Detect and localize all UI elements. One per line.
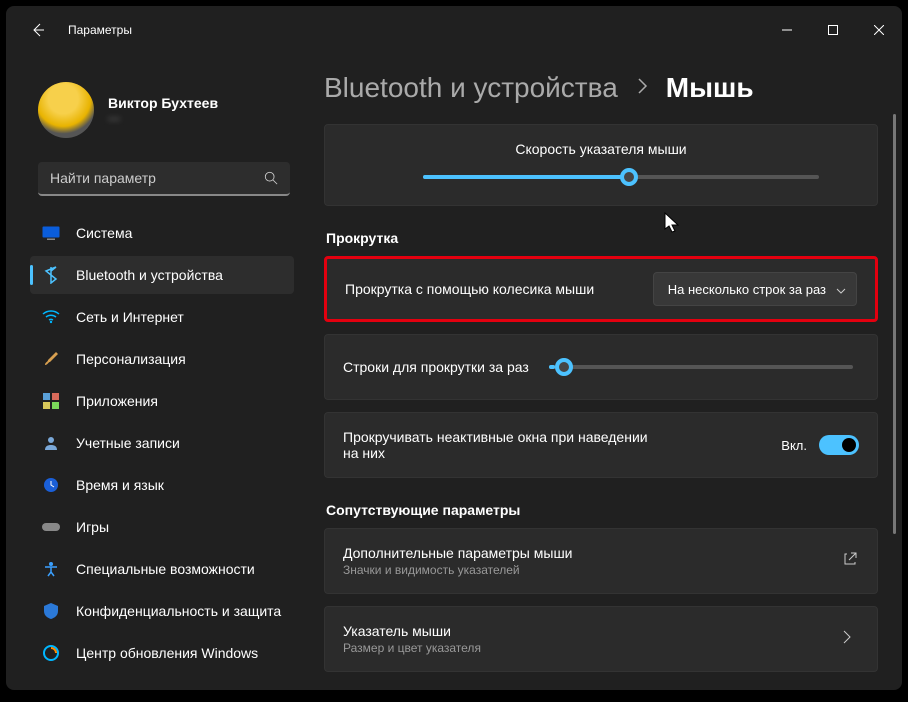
nav: Система Bluetooth и устройства Сеть и Ин… [14, 214, 298, 672]
search-icon [264, 171, 278, 190]
sidebar-item-bluetooth[interactable]: Bluetooth и устройства [30, 256, 294, 294]
external-link-icon [843, 552, 859, 571]
advanced-mouse-title: Дополнительные параметры мыши [343, 545, 573, 561]
sidebar-item-accounts[interactable]: Учетные записи [30, 424, 294, 462]
maximize-button[interactable] [810, 14, 856, 46]
inactive-state: Вкл. [781, 438, 807, 453]
breadcrumb-l2: Мышь [666, 72, 754, 104]
sidebar-item-privacy[interactable]: Конфиденциальность и защита [30, 592, 294, 630]
profile[interactable]: Виктор Бухтеев — [14, 54, 298, 158]
search-input[interactable] [38, 162, 290, 196]
sidebar-item-label: Центр обновления Windows [76, 645, 258, 661]
pointer-sub: Размер и цвет указателя [343, 641, 481, 655]
settings-window: Параметры Виктор Бухтеев — [6, 6, 902, 690]
scrollbar[interactable] [893, 114, 896, 678]
gamepad-icon [42, 518, 60, 536]
sidebar-item-accessibility[interactable]: Специальные возможности [30, 550, 294, 588]
sidebar-item-apps[interactable]: Приложения [30, 382, 294, 420]
pointer-speed-slider[interactable] [423, 175, 819, 179]
shield-icon [42, 602, 60, 620]
window-title: Параметры [68, 23, 132, 37]
wheel-scroll-label: Прокрутка с помощью колесика мыши [345, 281, 594, 297]
scroll-section-header: Прокрутка [326, 230, 878, 246]
display-icon [42, 224, 60, 242]
main-content: Bluetooth и устройства Мышь Скорость ука… [306, 54, 902, 690]
inactive-label: Прокручивать неактивные окна при наведен… [343, 429, 663, 461]
titlebar: Параметры [6, 6, 902, 54]
pointer-title: Указатель мыши [343, 623, 481, 639]
sidebar-item-label: Специальные возможности [76, 561, 255, 577]
chevron-down-icon [836, 282, 846, 297]
wheel-scroll-value: На несколько строк за раз [668, 282, 826, 297]
sidebar-item-label: Приложения [76, 393, 158, 409]
sidebar-item-label: Конфиденциальность и защита [76, 603, 281, 619]
inactive-toggle[interactable] [819, 435, 859, 455]
chevron-right-icon [843, 630, 859, 649]
sidebar-item-update[interactable]: Центр обновления Windows [30, 634, 294, 672]
sidebar-item-label: Игры [76, 519, 109, 535]
minimize-button[interactable] [764, 14, 810, 46]
person-icon [42, 434, 60, 452]
advanced-mouse-sub: Значки и видимость указателей [343, 563, 573, 577]
sidebar: Виктор Бухтеев — Система Bluetooth и уст… [6, 54, 306, 690]
update-icon [42, 644, 60, 662]
brush-icon [42, 350, 60, 368]
pointer-card[interactable]: Указатель мыши Размер и цвет указателя [324, 606, 878, 672]
wheel-scroll-card: Прокрутка с помощью колесика мыши На нес… [324, 256, 878, 322]
lines-slider[interactable] [549, 365, 853, 369]
sidebar-item-label: Время и язык [76, 477, 164, 493]
lines-card: Строки для прокрутки за раз [324, 334, 878, 400]
pointer-speed-card: Скорость указателя мыши [324, 124, 878, 206]
sidebar-item-network[interactable]: Сеть и Интернет [30, 298, 294, 336]
sidebar-item-personalization[interactable]: Персонализация [30, 340, 294, 378]
wheel-scroll-dropdown[interactable]: На несколько строк за раз [653, 272, 857, 306]
close-button[interactable] [856, 14, 902, 46]
breadcrumb-l1[interactable]: Bluetooth и устройства [324, 72, 618, 104]
sidebar-item-label: Bluetooth и устройства [76, 267, 223, 283]
inactive-card: Прокручивать неактивные окна при наведен… [324, 412, 878, 478]
sidebar-item-system[interactable]: Система [30, 214, 294, 252]
breadcrumb: Bluetooth и устройства Мышь [324, 72, 878, 104]
apps-icon [42, 392, 60, 410]
sidebar-item-label: Персонализация [76, 351, 186, 367]
lines-label: Строки для прокрутки за раз [343, 359, 529, 375]
chevron-right-icon [636, 77, 648, 100]
avatar [38, 82, 94, 138]
sidebar-item-time[interactable]: Время и язык [30, 466, 294, 504]
pointer-speed-label: Скорость указателя мыши [343, 141, 859, 157]
profile-email: — [108, 111, 218, 125]
sidebar-item-gaming[interactable]: Игры [30, 508, 294, 546]
related-section-header: Сопутствующие параметры [326, 502, 878, 518]
sidebar-item-label: Система [76, 225, 132, 241]
advanced-mouse-card[interactable]: Дополнительные параметры мыши Значки и в… [324, 528, 878, 594]
clock-icon [42, 476, 60, 494]
wifi-icon [42, 308, 60, 326]
accessibility-icon [42, 560, 60, 578]
back-icon[interactable] [28, 20, 48, 40]
sidebar-item-label: Учетные записи [76, 435, 180, 451]
sidebar-item-label: Сеть и Интернет [76, 309, 184, 325]
bluetooth-icon [42, 266, 60, 284]
profile-name: Виктор Бухтеев [108, 95, 218, 111]
